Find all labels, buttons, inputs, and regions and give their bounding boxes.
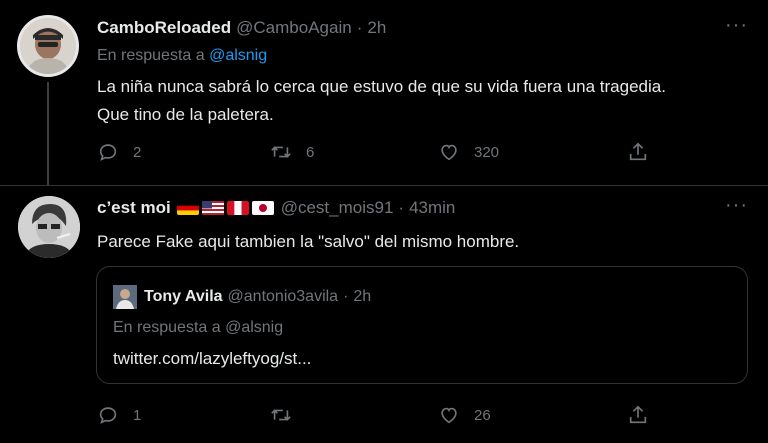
quoted-display-name: Tony Avila [144, 288, 223, 305]
tweet-header: CamboReloaded @CamboAgain · 2h [97, 18, 386, 38]
reply-icon [99, 144, 117, 161]
timestamp[interactable]: 43min [409, 198, 455, 218]
separator-dot: · [343, 288, 349, 305]
reply-context: En respuesta a @alsnig [97, 47, 267, 65]
tweet-header: c’est moi @cest_mois91 · 43min [97, 198, 455, 218]
tweet[interactable]: CamboReloaded @CamboAgain · 2h ··· En re… [0, 0, 768, 186]
tweet-text: Parece Fake aqui tambien la "salvo" del … [97, 232, 520, 251]
like-button[interactable]: 26 [438, 404, 627, 426]
share-icon [629, 405, 647, 424]
reply-count: 1 [133, 406, 142, 424]
handle[interactable]: @CamboAgain [236, 18, 352, 38]
share-button[interactable] [627, 404, 649, 426]
action-bar: 1 26 [97, 404, 649, 426]
quoted-avatar [113, 285, 137, 309]
quoted-tweet[interactable]: Tony Avila @antonio3avila · 2h En respue… [96, 266, 748, 384]
germany-flag [176, 201, 199, 215]
avatar[interactable] [18, 196, 80, 258]
quoted-handle: @antonio3avila [227, 288, 339, 305]
reply-button[interactable]: 2 [97, 141, 270, 163]
action-bar: 2 6 320 [97, 141, 649, 163]
tweet[interactable]: c’est moi @cest_mois91 · 43min ··· Parec… [0, 186, 768, 443]
thread-line [47, 82, 49, 185]
share-button[interactable] [627, 141, 649, 163]
reply-count: 2 [133, 143, 142, 161]
like-count: 320 [474, 143, 500, 161]
tweet-text-line: Que tino de la paletera. [97, 105, 274, 124]
quoted-reply-context: En respuesta a @alsnig [113, 319, 284, 336]
handle[interactable]: @cest_mois91 [281, 198, 394, 218]
separator-dot: · [356, 18, 363, 37]
avatar[interactable] [17, 15, 79, 77]
like-button[interactable]: 320 [438, 141, 627, 163]
more-options-icon[interactable]: ··· [725, 194, 748, 217]
tweet-text: La niña nunca sabrá lo cerca que estuvo … [97, 73, 757, 129]
retweet-button[interactable] [270, 404, 438, 426]
tweet-text-line: La niña nunca sabrá lo cerca que estuvo … [97, 77, 666, 96]
heart-icon [441, 144, 457, 161]
retweet-count: 6 [306, 143, 315, 161]
display-name[interactable]: c’est moi [97, 198, 171, 218]
reply-icon [99, 407, 117, 424]
peru-flag [226, 201, 249, 215]
display-name[interactable]: CamboReloaded [97, 18, 231, 38]
quoted-tweet-header: Tony Avila @antonio3avila · 2h [113, 285, 371, 309]
reply-prefix: En respuesta a [97, 47, 210, 64]
japan-flag [251, 201, 274, 215]
retweet-icon [271, 409, 291, 421]
like-count: 26 [474, 406, 491, 424]
quoted-timestamp: 2h [353, 288, 372, 305]
share-icon [629, 142, 647, 161]
reply-button[interactable]: 1 [97, 404, 270, 426]
reply-handle-link[interactable]: @alsnig [209, 47, 267, 64]
heart-icon [441, 407, 457, 424]
usa-flag [201, 201, 224, 215]
flag-emojis [176, 201, 274, 215]
more-options-icon[interactable]: ··· [725, 14, 748, 37]
retweet-button[interactable]: 6 [270, 141, 438, 163]
retweet-icon [271, 146, 291, 158]
quoted-link[interactable]: twitter.com/lazyleftyog/st... [113, 349, 311, 369]
separator-dot: · [398, 198, 405, 217]
timestamp[interactable]: 2h [367, 18, 386, 38]
